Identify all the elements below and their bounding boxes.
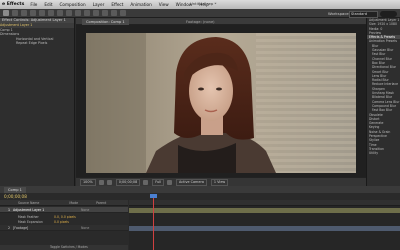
puppet-tool-icon[interactable] xyxy=(120,10,126,16)
timeline-tab-bar: Comp 1 xyxy=(0,186,400,193)
menu-composition[interactable]: Composition xyxy=(59,2,85,7)
brush-tool-icon[interactable] xyxy=(84,10,90,16)
property-value[interactable]: 0.0, 0.0 pixels xyxy=(54,215,76,219)
search-help-field[interactable] xyxy=(380,10,397,17)
hand-tool-icon[interactable] xyxy=(12,10,18,16)
composition-tab-bar: Composition: Comp 1 Footage: (none) xyxy=(76,18,366,25)
menu-layer[interactable]: Layer xyxy=(93,2,105,7)
region-of-interest-icon[interactable] xyxy=(167,179,173,185)
snapshot-icon[interactable] xyxy=(143,179,149,185)
viewer-controls: 100% 0;00;00;08 Full Active Camera 1 Vie… xyxy=(76,177,366,186)
pan-behind-tool-icon[interactable] xyxy=(48,10,54,16)
resolution-select[interactable]: Full xyxy=(152,178,165,186)
workspace-label: Workspace: xyxy=(328,11,351,16)
rotate-tool-icon[interactable] xyxy=(30,10,36,16)
roto-brush-tool-icon[interactable] xyxy=(111,10,117,16)
time-ruler[interactable] xyxy=(129,200,400,206)
layer-duration-bar[interactable] xyxy=(129,208,400,213)
timeline-timecode[interactable]: 0;00;00;08 xyxy=(4,194,27,199)
property-label: Mask Feather xyxy=(18,214,39,219)
timeline-track-area[interactable] xyxy=(129,200,400,250)
property-label: Mask Expansion xyxy=(18,219,43,224)
effects-list-item[interactable]: Directional Blur xyxy=(367,65,400,69)
effect-controls-panel: Effect Controls: Adjustment Layer 1 Adju… xyxy=(0,18,75,186)
panel-row[interactable]: Repeat Edge Pixels xyxy=(0,41,74,46)
current-time-display[interactable]: 0;00;00;08 xyxy=(115,178,141,186)
effects-presets-panel: Adjustment Layer 1 Size: 1920 x 1080 Media… xyxy=(366,18,400,186)
tools-panel: Workspace: Standard xyxy=(0,9,400,18)
tab-comp-timeline[interactable]: Comp 1 xyxy=(4,187,26,193)
toggle-switches-modes[interactable]: Toggle Switches / Modes xyxy=(0,245,128,250)
zoom-tool-icon[interactable] xyxy=(21,10,27,16)
layer-name[interactable]: [Footage] xyxy=(13,226,73,230)
workspace-select[interactable]: Standard xyxy=(349,10,378,18)
effects-list-item[interactable]: Utility xyxy=(367,151,400,155)
app-name: e Effects xyxy=(2,2,25,7)
view-layout-select[interactable]: 1 View xyxy=(210,178,229,186)
layer-header: Source Name Mode Parent xyxy=(0,200,128,206)
text-tool-icon[interactable] xyxy=(75,10,81,16)
layer-row[interactable]: 1 Adjustment Layer 1 None xyxy=(0,207,128,213)
composition-viewer[interactable] xyxy=(76,25,366,177)
layer-parent[interactable]: None xyxy=(81,208,89,212)
property-value[interactable]: 0.0 pixels xyxy=(54,220,69,224)
menu-animation[interactable]: Animation xyxy=(130,2,151,7)
menu-file[interactable]: File xyxy=(30,2,37,7)
zoom-select[interactable]: 100% xyxy=(80,178,96,186)
selection-tool-icon[interactable] xyxy=(3,10,9,16)
layer-number: 2 xyxy=(7,225,10,230)
current-time-indicator[interactable] xyxy=(153,196,154,250)
eraser-tool-icon[interactable] xyxy=(102,10,108,16)
property-row: Mask Expansion 0.0 pixels xyxy=(0,219,128,224)
column-mode: Mode xyxy=(69,200,79,205)
layer-name[interactable]: Adjustment Layer 1 xyxy=(13,208,73,212)
menu-view[interactable]: View xyxy=(159,2,169,7)
playhead-handle[interactable] xyxy=(150,194,157,198)
mask-tool-icon[interactable] xyxy=(57,10,63,16)
grid-toggle-icon[interactable] xyxy=(98,179,104,185)
column-parent: Parent xyxy=(96,200,107,205)
menu-effect[interactable]: Effect xyxy=(111,2,123,7)
effects-list-item[interactable]: Size: 1920 x 1080 xyxy=(367,22,400,26)
3d-view-select[interactable]: Active Camera xyxy=(176,178,207,186)
camera-tool-icon[interactable] xyxy=(39,10,45,16)
layer-number: 1 xyxy=(7,207,10,212)
footage-frame xyxy=(86,33,356,173)
clone-tool-icon[interactable] xyxy=(93,10,99,16)
layer-row[interactable]: 2 [Footage] None xyxy=(0,225,128,231)
menu-edit[interactable]: Edit xyxy=(44,2,52,7)
column-source-name: Source Name xyxy=(18,200,40,205)
layer-parent[interactable]: None xyxy=(81,226,89,230)
menu-bar: e Effects File Edit Composition Layer Ef… xyxy=(0,0,400,9)
pen-tool-icon[interactable] xyxy=(66,10,72,16)
layer-duration-bar[interactable] xyxy=(129,226,400,231)
window-title: Untitled.aep * xyxy=(190,1,217,6)
mask-visibility-icon[interactable] xyxy=(106,179,112,185)
